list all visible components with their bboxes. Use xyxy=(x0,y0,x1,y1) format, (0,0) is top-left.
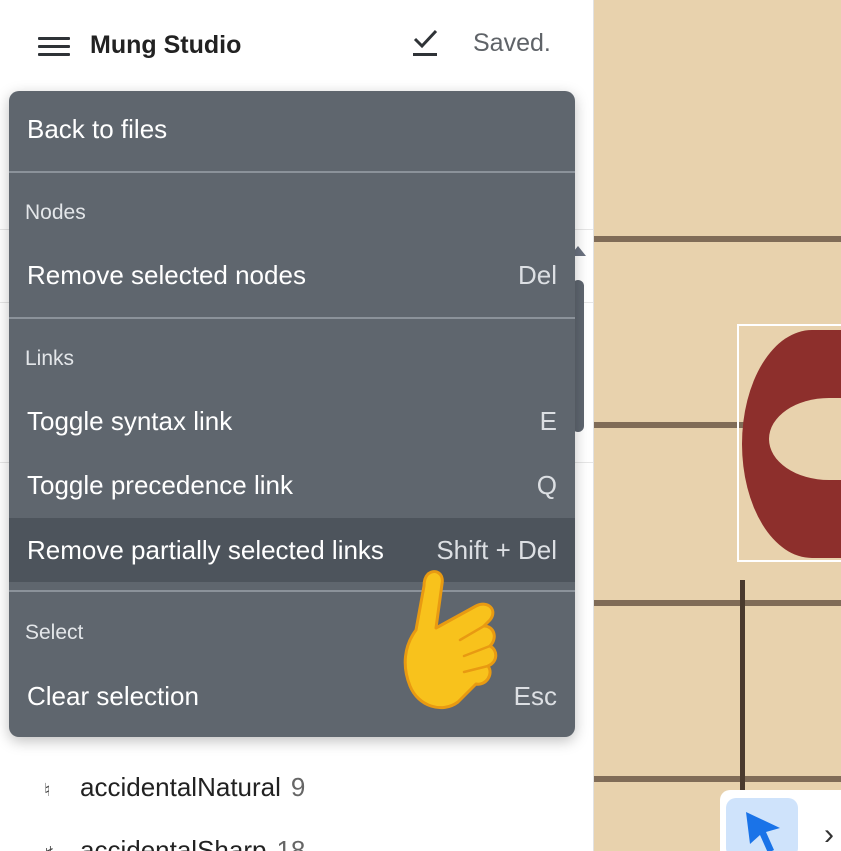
remove-partially-selected-links-item[interactable]: Remove partially selected links Shift + … xyxy=(9,518,575,582)
menu-separator xyxy=(9,590,575,592)
app-title: Mung Studio xyxy=(90,31,242,59)
menu-separator xyxy=(9,171,575,173)
staff-line xyxy=(594,776,841,782)
section-header-nodes: Nodes xyxy=(25,201,86,224)
toggle-syntax-link-item[interactable]: Toggle syntax link E xyxy=(9,389,575,453)
menu-item-label: Clear selection xyxy=(27,681,199,711)
class-list-item[interactable]: ♮ accidentalNatural 9 xyxy=(44,772,305,803)
back-to-files-item[interactable]: Back to files xyxy=(9,97,575,161)
class-name: accidentalSharp xyxy=(80,835,267,851)
save-status: Saved. xyxy=(473,29,551,57)
natural-icon: ♮ xyxy=(44,780,51,800)
arrow-pointer-icon xyxy=(746,812,780,851)
menu-item-label: Toggle precedence link xyxy=(27,470,293,500)
shortcut-hint: Esc xyxy=(513,681,557,711)
toggle-precedence-link-item[interactable]: Toggle precedence link Q xyxy=(9,453,575,517)
app-header: Mung Studio Saved. xyxy=(0,0,593,90)
class-name: accidentalNatural xyxy=(80,772,281,802)
clear-selection-item[interactable]: Clear selection Esc xyxy=(9,664,575,728)
next-tool-icon[interactable]: › xyxy=(824,818,834,851)
menu-item-label: Toggle syntax link xyxy=(27,406,233,436)
menu-item-label: Remove selected nodes xyxy=(27,260,306,290)
section-header-select: Select xyxy=(25,621,84,644)
class-list-item[interactable]: ♯accidentalSharp 18 xyxy=(44,835,305,851)
pointer-tool-button[interactable] xyxy=(726,798,798,851)
staff-line xyxy=(594,600,841,606)
menu-separator xyxy=(9,317,575,319)
section-header-links: Links xyxy=(25,347,75,370)
shortcut-hint: Q xyxy=(536,470,557,500)
menu-item-label: Back to files xyxy=(27,114,168,144)
shortcut-hint: E xyxy=(539,406,557,436)
main-menu: Back to files Nodes Remove selected node… xyxy=(9,91,575,737)
shortcut-hint: Del xyxy=(517,260,557,290)
shortcut-hint: Shift + Del xyxy=(436,535,557,565)
sharp-icon: ♯ xyxy=(44,843,80,851)
class-count: 18 xyxy=(276,835,306,851)
menu-item-label: Remove partially selected links xyxy=(27,535,384,565)
selection-box[interactable] xyxy=(737,324,841,562)
hamburger-icon[interactable] xyxy=(38,37,70,57)
staff-line xyxy=(594,236,841,242)
class-count: 9 xyxy=(290,772,306,802)
tool-bar: › xyxy=(720,790,841,851)
score-canvas[interactable]: › xyxy=(594,0,841,851)
remove-selected-nodes-item[interactable]: Remove selected nodes Del xyxy=(9,243,575,307)
checkmark-icon xyxy=(413,29,438,56)
